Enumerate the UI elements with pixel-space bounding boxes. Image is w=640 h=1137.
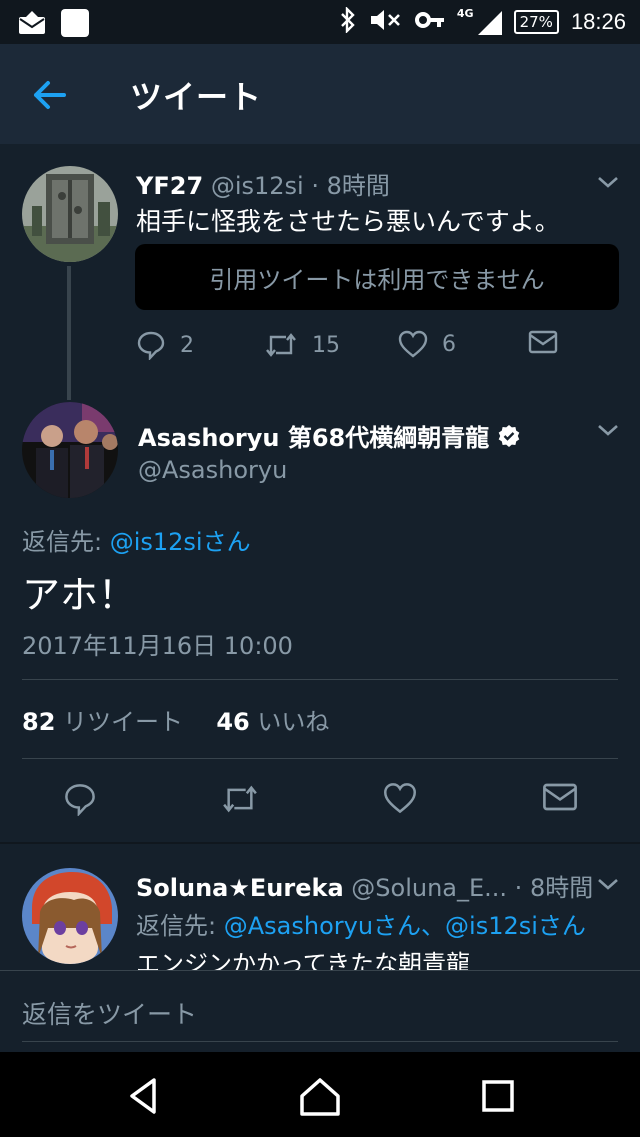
tweet-timestamp: 2017年11月16日 10:00 [22, 632, 293, 660]
tweet-thread[interactable]: YF27 @is12si · 8時間 相手に怪我をさせたら悪いんですよ。 引用ツ… [0, 144, 640, 970]
reply-icon [65, 784, 95, 817]
envelope-icon [543, 783, 577, 811]
author-handle: @is12si [210, 172, 304, 200]
volume-muted-icon [369, 7, 403, 37]
reply-to-joiner: 、 [421, 912, 446, 940]
tweet-timestamp: 8時間 [326, 172, 390, 200]
reply-button[interactable]: 2 [136, 330, 194, 360]
avatar[interactable] [22, 402, 118, 498]
page-title: ツイート [130, 78, 263, 116]
chevron-down-icon [598, 879, 618, 890]
section-separator [0, 842, 640, 844]
nav-back-button[interactable] [122, 1074, 166, 1118]
author-name: YF27 [136, 172, 204, 200]
tweet-timestamp: 8時間 [529, 874, 594, 902]
reply-to-line: 返信先: @Asashoryuさん、@is12siさん [136, 906, 586, 941]
quote-unavailable-text: 引用ツイートは利用できません [209, 265, 545, 294]
author-name: Asashoryu 第68代横綱朝青龍 [138, 424, 490, 452]
retweet-button[interactable] [220, 782, 260, 820]
back-arrow-icon [34, 81, 66, 109]
avatar[interactable] [22, 868, 118, 964]
retweet-count: 82 [22, 708, 56, 736]
like-button[interactable] [383, 782, 417, 818]
retweets-stat[interactable]: 82 リツイート [22, 708, 183, 736]
reply-to-link[interactable]: @is12siさん [110, 528, 251, 556]
thread-connector [67, 266, 71, 400]
heart-icon [398, 330, 428, 358]
retweet-icon [266, 333, 296, 357]
tweet-actions: 2 15 6 [136, 330, 596, 364]
square-recents-icon [482, 1080, 514, 1112]
tweet-text: エンジンかかってきたな朝青龍 [136, 950, 471, 970]
avatar[interactable] [22, 166, 118, 262]
reply-to-link[interactable]: @is12siさん [445, 912, 586, 940]
battery-indicator: 27% [513, 10, 559, 34]
tweet-menu-button[interactable] [596, 876, 620, 892]
reply-icon [137, 331, 165, 360]
chevron-down-icon [598, 425, 618, 436]
nav-home-button[interactable] [298, 1074, 342, 1118]
input-underline [22, 1041, 618, 1042]
author-handle: @Asashoryu [138, 456, 288, 484]
triangle-back-icon [130, 1078, 156, 1114]
tweet-author[interactable]: Asashoryu 第68代横綱朝青龍 [138, 418, 521, 453]
tweet-text: 相手に怪我をさせたら悪いんですよ。 [136, 207, 560, 236]
tweet-menu-button[interactable] [596, 422, 620, 438]
dm-share-button[interactable] [528, 330, 558, 354]
tweet-actions [0, 782, 640, 822]
retweet-count: 15 [312, 332, 340, 358]
like-count: 6 [442, 331, 456, 357]
tweet-author[interactable]: Soluna★Eureka @Soluna_E... · 8時間 [136, 868, 593, 903]
quote-unavailable-box: 引用ツイートは利用できません [135, 244, 619, 310]
reply-to-prefix: 返信先: [22, 528, 110, 556]
network-type: 4G [456, 7, 474, 20]
separator-dot: · [507, 874, 530, 902]
like-label: いいね [249, 708, 330, 736]
divider [22, 679, 618, 680]
likes-stat[interactable]: 46 いいね [216, 708, 329, 736]
reply-count: 2 [180, 332, 194, 358]
vpn-key-icon [414, 10, 445, 34]
author-name: Soluna★Eureka [136, 874, 344, 902]
signal-icon: 4G [456, 7, 502, 35]
like-count: 46 [216, 708, 250, 736]
author-handle: @Soluna_E... [351, 874, 508, 902]
nav-recents-button[interactable] [476, 1074, 520, 1118]
dm-share-button[interactable] [542, 782, 578, 816]
back-button[interactable] [24, 74, 76, 116]
system-nav-bar [0, 1052, 640, 1137]
app-bar: ツイート [0, 44, 640, 144]
app-notification-icon [60, 8, 90, 42]
like-button[interactable]: 6 [398, 330, 456, 358]
status-bar: 4G 27% 18:26 [0, 0, 640, 44]
separator-dot: · [303, 172, 327, 200]
envelope-icon [528, 330, 558, 354]
divider [22, 758, 618, 759]
heart-icon [384, 783, 416, 814]
reply-to-line: 返信先: @is12siさん [22, 522, 251, 557]
reply-to-prefix: 返信先: [136, 912, 224, 940]
engagement-stats: 82 リツイート 46 いいね [22, 702, 329, 737]
tweet-author[interactable]: YF27 @is12si · 8時間 [136, 166, 390, 201]
reply-button[interactable] [63, 782, 97, 820]
bluetooth-icon [339, 6, 357, 37]
reply-composer: 返信をツイート [0, 970, 640, 1053]
retweet-button[interactable]: 15 [264, 330, 340, 360]
mail-notification-icon [18, 11, 46, 39]
verified-badge-icon [498, 424, 520, 447]
tweet-text: アホ！ [22, 573, 137, 617]
tweet-menu-button[interactable] [596, 174, 620, 190]
retweet-icon [223, 785, 257, 813]
reply-to-link[interactable]: @Asashoryuさん [224, 912, 421, 940]
retweet-label: リツイート [55, 708, 184, 736]
reply-input[interactable]: 返信をツイート [22, 995, 197, 1031]
home-icon [300, 1078, 340, 1116]
clock: 18:26 [570, 9, 626, 34]
chevron-down-icon [598, 177, 618, 188]
